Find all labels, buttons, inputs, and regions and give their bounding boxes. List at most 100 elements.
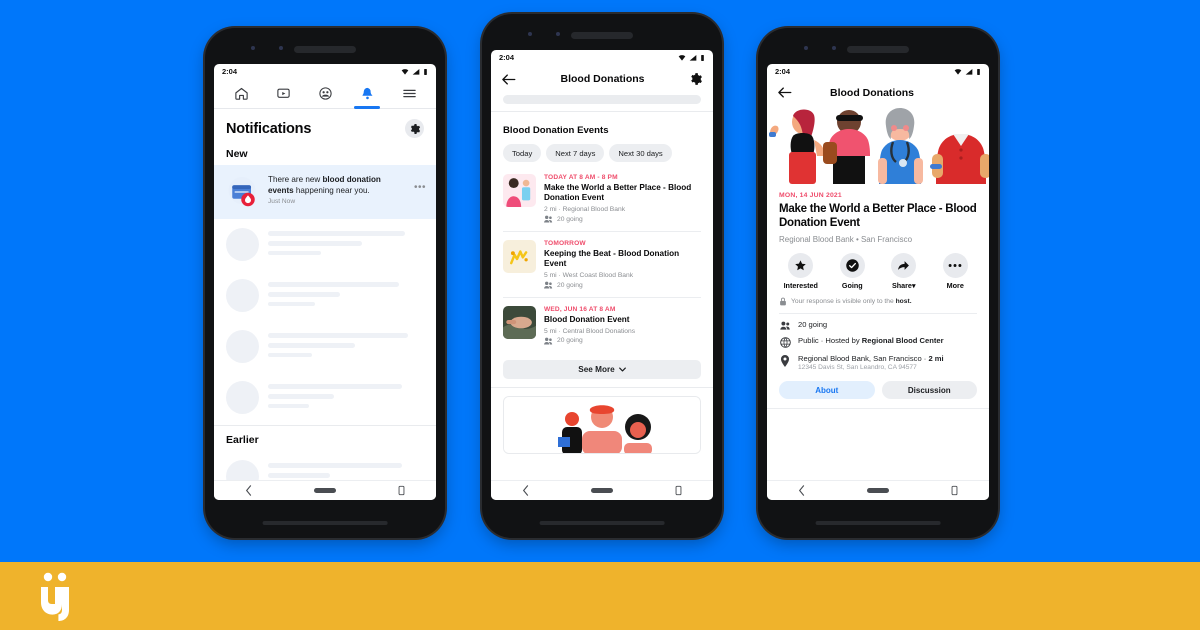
recents-icon[interactable] (398, 485, 405, 496)
info-row-host[interactable]: Public · Hosted by Regional Blood Center (767, 330, 989, 348)
signal-icon (412, 68, 420, 75)
people-icon (544, 337, 553, 345)
share-label: Share▾ (891, 280, 916, 290)
back-arrow-icon[interactable] (777, 86, 792, 99)
event-subtitle: Regional Blood Bank • San Francisco (779, 234, 913, 244)
attendees-text: 20 going (798, 319, 828, 329)
watch-tab[interactable] (268, 80, 298, 108)
section-earlier-label: Earlier (226, 434, 259, 446)
tab-discussion[interactable]: Discussion (881, 381, 977, 400)
interested-button[interactable]: Interested (778, 252, 824, 290)
placeholder-lines (268, 330, 424, 362)
privacy-notice: Your response is visible only to the hos… (767, 290, 989, 306)
more-button[interactable]: More (932, 252, 978, 290)
host-text: Public · Hosted by Regional Blood Center (798, 335, 944, 345)
phone3-screen: 2:04 Blood Donations MON, 14 JUN 2021 Ma… (767, 64, 989, 500)
gear-icon[interactable] (689, 72, 703, 86)
info-row-location[interactable]: Regional Blood Bank, San Francisco · 2 m… (767, 348, 989, 372)
back-arrow-icon[interactable] (501, 73, 516, 86)
camera-dot-icon (832, 46, 836, 50)
tab-about[interactable]: About (779, 381, 875, 400)
event-title: Make the World a Better Place - Blood Do… (779, 203, 977, 230)
ellipsis-icon-circle (942, 252, 968, 278)
earpiece-speaker (847, 46, 909, 53)
divider (491, 386, 713, 388)
list-item[interactable] (214, 321, 436, 372)
section-new-label: New (226, 148, 248, 160)
event-meta: 2 mi · Regional Blood Bank (544, 206, 626, 213)
event-thumbnail-illustration (503, 240, 536, 273)
filter-chip-next-7-days[interactable]: Next 7 days (546, 144, 605, 162)
event-thumbnail-photo (503, 306, 536, 339)
earpiece-speaker (571, 32, 633, 39)
going-label: Going (841, 280, 863, 290)
event-list-item[interactable]: WED, JUN 16 AT 8 AM Blood Donation Event… (491, 298, 713, 353)
going-count: 20 going (557, 215, 583, 223)
notification-card[interactable]: There are new blood donation events happ… (214, 165, 436, 219)
event-list-item[interactable]: TOMORROW Keeping the Beat - Blood Donati… (491, 232, 713, 297)
phone1-screen: 2:04 Notifications New There are new blo… (214, 64, 436, 500)
donors-illustration (504, 396, 700, 453)
status-icons (678, 54, 705, 62)
status-time: 2:04 (222, 67, 238, 76)
people-icon (779, 321, 790, 330)
back-chevron-icon[interactable] (798, 485, 806, 496)
going-button[interactable]: Going (829, 252, 875, 290)
placeholder-lines (268, 228, 424, 260)
page-header: Blood Donations (491, 65, 713, 93)
see-more-button[interactable]: See More (503, 359, 701, 379)
list-item[interactable] (214, 219, 436, 270)
page-title: Blood Donations (830, 86, 914, 99)
home-tab[interactable] (226, 80, 256, 108)
event-thumbnail-illustration (503, 174, 536, 207)
hamburger-menu-icon (402, 89, 416, 98)
people-icon (544, 281, 553, 289)
info-row-attendees[interactable]: 20 going (767, 314, 989, 330)
notifications-settings-button[interactable] (405, 119, 424, 138)
wifi-icon (678, 54, 686, 61)
brand-bar (0, 562, 1200, 630)
filter-chip-today[interactable]: Today (503, 144, 542, 162)
placeholder-lines (268, 279, 424, 311)
cream-illustration-thumbnail (503, 240, 536, 273)
event-going: 20 going (544, 215, 701, 223)
lock-icon (780, 297, 786, 305)
android-nav-bar (491, 480, 713, 500)
recents-icon[interactable] (675, 485, 682, 496)
filter-chip-next-30-days[interactable]: Next 30 days (609, 144, 672, 162)
photo-thumbnail (503, 306, 536, 339)
avatar (226, 330, 259, 363)
phone-notch (205, 42, 445, 56)
battery-icon (424, 68, 427, 75)
event-meta: 5 mi · West Coast Blood Bank (544, 272, 634, 279)
event-card-preview[interactable] (503, 395, 701, 454)
menu-tab[interactable] (394, 80, 424, 108)
status-time: 2:04 (499, 53, 515, 62)
event-list-item[interactable]: TODAY AT 8 AM - 8 PM Make the World a Be… (491, 166, 713, 231)
back-chevron-icon[interactable] (245, 485, 253, 496)
home-pill-icon[interactable] (867, 488, 890, 493)
home-pill-icon[interactable] (591, 488, 614, 493)
globe-icon (779, 336, 791, 348)
home-pill-icon[interactable] (314, 488, 337, 493)
list-item[interactable] (214, 372, 436, 423)
phone-device-event-detail: 2:04 Blood Donations MON, 14 JUN 2021 Ma… (758, 28, 998, 538)
battery-icon (977, 68, 980, 75)
event-when: TOMORROW (544, 240, 586, 247)
back-chevron-icon[interactable] (522, 485, 530, 496)
recents-icon[interactable] (951, 485, 958, 496)
location-address: 12345 Davis St, San Leandro, CA 94577 (798, 364, 917, 372)
event-details: TOMORROW Keeping the Beat - Blood Donati… (544, 240, 701, 289)
groups-tab[interactable] (310, 80, 340, 108)
list-title: Blood Donation Events (503, 125, 609, 136)
notification-more-button[interactable]: ••• (414, 174, 426, 193)
share-button[interactable]: Share▾ (881, 252, 927, 290)
location-text: Regional Blood Bank, San Francisco · 2 m… (798, 353, 944, 363)
notification-message: There are new blood donation events happ… (268, 175, 381, 195)
interested-label: Interested (783, 280, 818, 290)
divider (491, 111, 713, 112)
phone2-screen: 2:04 Blood Donations Blood Donation Even… (491, 50, 713, 500)
search-bar-placeholder[interactable] (503, 95, 701, 104)
notifications-tab[interactable] (352, 80, 382, 109)
list-item[interactable] (214, 270, 436, 321)
